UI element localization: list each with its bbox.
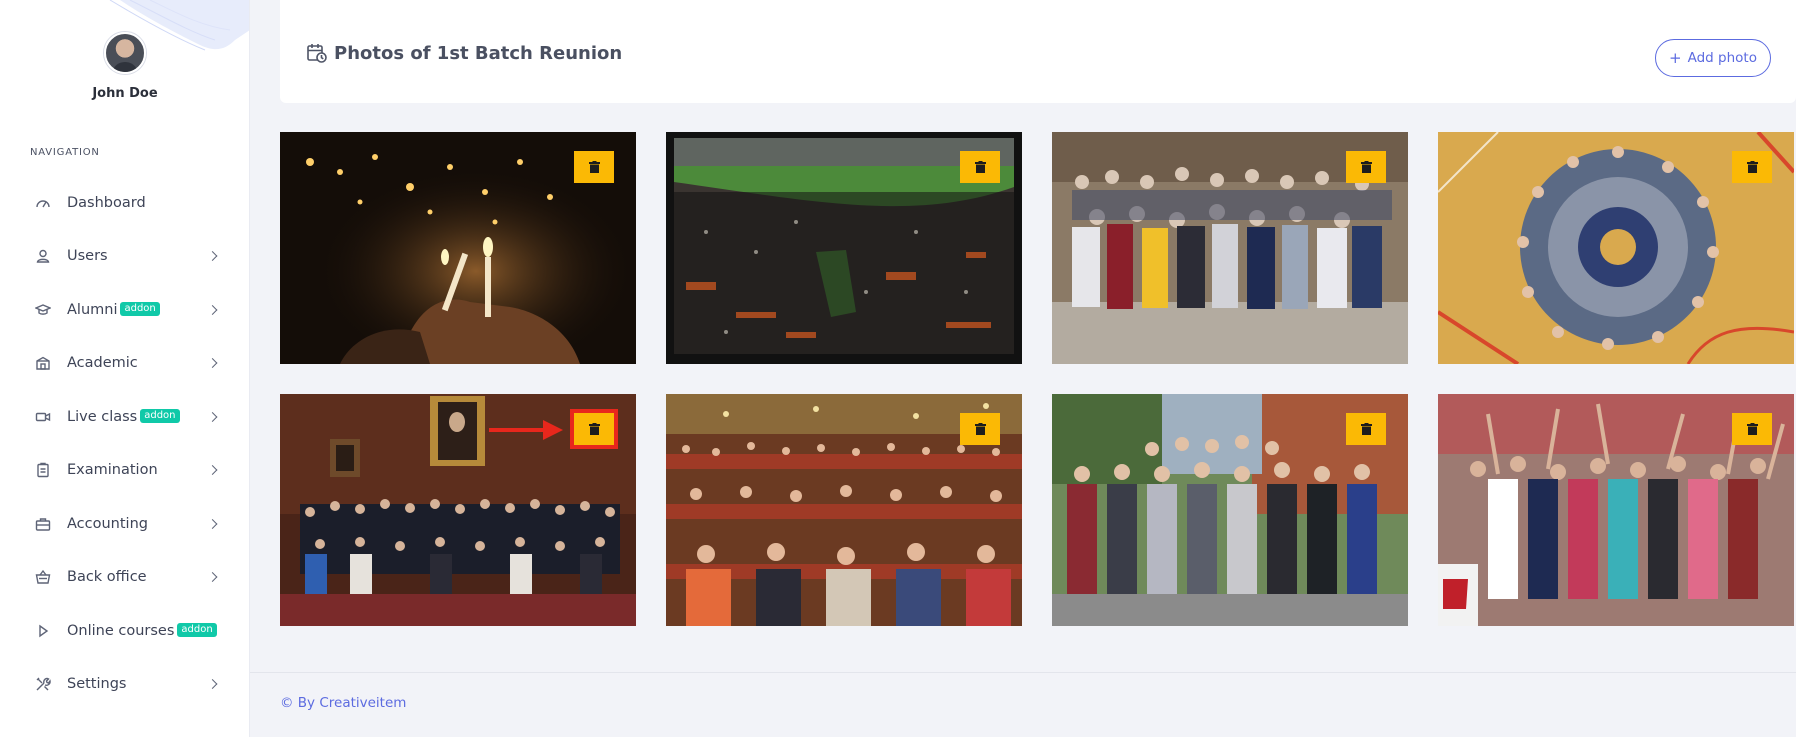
sidebar-item-back-office[interactable]: Back office [0,551,249,605]
plus-icon: + [1669,48,1682,67]
page-header: Photos of 1st Batch Reunion + Add photo [280,0,1796,103]
nav-list: Dashboard Users Alumni addon Academic Li… [0,176,249,712]
school-icon [34,354,52,372]
trash-icon [588,161,600,173]
photo-gallery [280,132,1796,626]
photo-card[interactable] [280,132,636,364]
delete-photo-button[interactable] [574,151,614,183]
avatar[interactable] [104,32,146,74]
chevron-right-icon [207,304,218,315]
sidebar-item-label: Settings [67,676,127,693]
delete-photo-button[interactable] [1346,413,1386,445]
photo-card[interactable] [666,132,1022,364]
sidebar-item-settings[interactable]: Settings [0,658,249,712]
annotation-arrow-icon [489,420,563,440]
sidebar-item-label: Dashboard [67,194,146,211]
navigation-heading: NAVIGATION [30,147,100,158]
trash-icon [1360,423,1372,435]
photo-card[interactable] [1438,394,1794,626]
sidebar-item-label: Academic [67,355,138,372]
sidebar-item-examination[interactable]: Examination [0,444,249,498]
page-title-wrap: Photos of 1st Batch Reunion [306,42,622,64]
clipboard-icon [34,461,52,479]
addon-badge: addon [120,301,160,316]
chevron-right-icon [207,518,218,529]
sidebar-item-label: Back office [67,569,147,586]
delete-photo-button[interactable] [1732,413,1772,445]
addon-badge: addon [177,622,217,637]
chevron-right-icon [207,411,218,422]
chevron-right-icon [207,465,218,476]
sidebar-item-alumni[interactable]: Alumni addon [0,283,249,337]
trash-icon [974,423,986,435]
sidebar-item-label: Examination [67,462,158,479]
sidebar-item-label: Live class [67,408,138,425]
add-photo-button[interactable]: + Add photo [1655,39,1771,77]
sidebar: John Doe NAVIGATION Dashboard Users Alum… [0,0,250,737]
chevron-right-icon [207,679,218,690]
addon-badge: addon [140,408,180,423]
chevron-right-icon [207,572,218,583]
trash-icon [588,423,600,435]
sidebar-item-users[interactable]: Users [0,230,249,284]
trash-icon [1746,423,1758,435]
trash-icon [974,161,986,173]
play-icon [34,622,52,640]
add-photo-label: Add photo [1687,50,1757,66]
user-profile: John Doe [0,32,249,101]
video-camera-icon [34,408,52,426]
briefcase-icon [34,515,52,533]
trash-icon [1746,161,1758,173]
sidebar-item-academic[interactable]: Academic [0,337,249,391]
tools-icon [34,675,52,693]
delete-photo-button[interactable] [570,409,618,449]
graduation-cap-icon [34,301,52,319]
chevron-right-icon [207,251,218,262]
sidebar-item-label: Alumni [67,301,118,318]
page-title: Photos of 1st Batch Reunion [334,42,623,64]
calendar-clock-icon [306,42,328,64]
sidebar-item-label: Accounting [67,515,148,532]
sidebar-item-dashboard[interactable]: Dashboard [0,176,249,230]
sidebar-item-label: Users [67,248,108,265]
photo-card[interactable] [280,394,636,626]
photo-card[interactable] [666,394,1022,626]
delete-photo-button[interactable] [1346,151,1386,183]
profile-name: John Doe [92,86,158,101]
sidebar-item-live-class[interactable]: Live class addon [0,390,249,444]
footer-divider [250,672,1796,673]
sidebar-item-label: Online courses [67,622,175,639]
trash-icon [1360,161,1372,173]
delete-photo-button[interactable] [960,413,1000,445]
photo-card[interactable] [1052,394,1408,626]
basket-icon [34,568,52,586]
gauge-icon [34,194,52,212]
chevron-right-icon [207,358,218,369]
photo-card[interactable] [1438,132,1794,364]
sidebar-item-accounting[interactable]: Accounting [0,497,249,551]
footer-credit[interactable]: © By Creativeitem [280,695,406,711]
delete-photo-button[interactable] [960,151,1000,183]
sidebar-item-online-courses[interactable]: Online courses addon [0,604,249,658]
photo-card[interactable] [1052,132,1408,364]
user-icon [34,247,52,265]
delete-photo-button[interactable] [1732,151,1772,183]
